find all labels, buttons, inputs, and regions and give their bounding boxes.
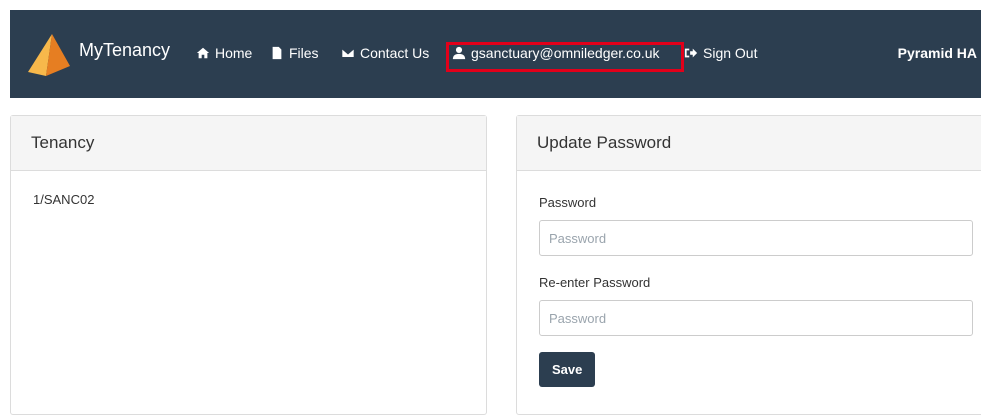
nav-signout-label: Sign Out	[703, 45, 758, 61]
nav-signout-link[interactable]: Sign Out	[684, 45, 757, 61]
password-label: Password	[539, 195, 597, 210]
nav-contact-label: Contact Us	[360, 45, 430, 61]
nav-user-label: gsanctuary@omniledger.co.uk	[471, 45, 660, 61]
save-button[interactable]: Save	[539, 352, 596, 387]
tenancy-reference: 1/SANC02	[33, 192, 95, 207]
nav-home-link[interactable]: Home	[196, 45, 252, 61]
update-password-title: Update Password	[517, 116, 981, 171]
navbar: MyTenancy Home Files Contact Us gsanctua…	[10, 10, 981, 98]
nav-home-label: Home	[215, 45, 253, 61]
tenancy-panel-title: Tenancy	[11, 116, 486, 171]
pyramid-logo[interactable]	[26, 32, 72, 78]
home-icon	[196, 47, 210, 59]
nav-files-link[interactable]: Files	[270, 45, 319, 61]
sign-out-icon	[684, 48, 698, 58]
nav-contact-link[interactable]: Contact Us	[341, 45, 429, 61]
brand-name[interactable]: MyTenancy	[79, 40, 170, 61]
password-input[interactable]	[539, 220, 973, 256]
user-icon	[452, 46, 466, 60]
tenancy-panel: Tenancy 1/SANC02	[10, 115, 487, 415]
reenter-password-label: Re-enter Password	[539, 275, 651, 290]
update-password-panel: Update Password Password Re-enter Passwo…	[516, 115, 981, 415]
nav-files-label: Files	[289, 45, 319, 61]
nav-user-link[interactable]: gsanctuary@omniledger.co.uk	[452, 45, 660, 61]
organisation-name: Pyramid HA	[897, 45, 977, 61]
envelope-icon	[341, 48, 355, 58]
file-icon	[272, 46, 282, 60]
reenter-password-input[interactable]	[539, 300, 973, 336]
